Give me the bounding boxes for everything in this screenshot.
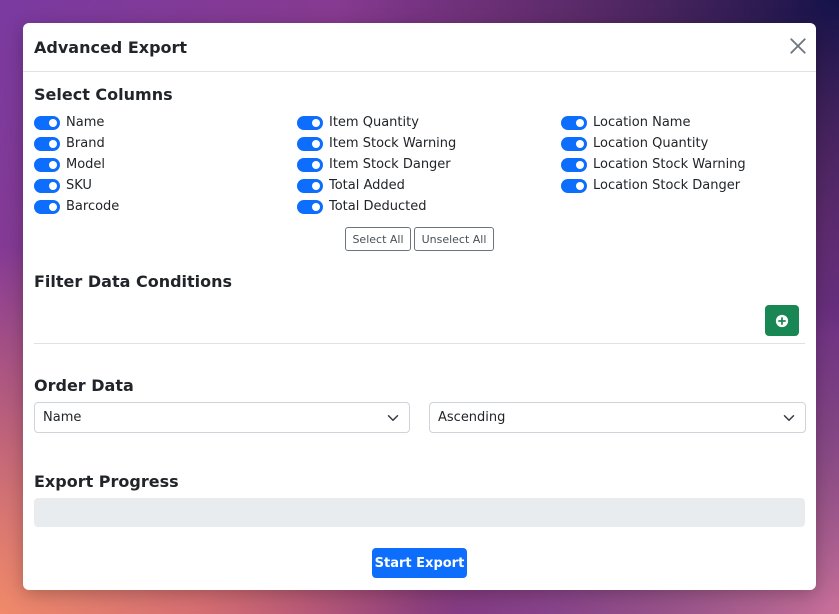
toggle-switch[interactable] xyxy=(561,115,587,130)
toggle-switch[interactable] xyxy=(34,115,60,130)
column-toggle[interactable]: Name xyxy=(34,112,119,133)
column-group-1: Name Brand Model SKU Barcode xyxy=(34,112,119,217)
unselect-all-button[interactable]: Unselect All xyxy=(414,227,494,251)
column-label: SKU xyxy=(66,178,92,193)
filter-heading: Filter Data Conditions xyxy=(34,272,233,291)
order-direction-select[interactable]: Ascending xyxy=(429,402,806,433)
section-divider xyxy=(34,343,805,344)
column-toggle[interactable]: Location Quantity xyxy=(561,133,746,154)
chevron-down-icon xyxy=(783,415,795,421)
toggle-switch[interactable] xyxy=(297,157,323,172)
modal-title: Advanced Export xyxy=(34,37,188,57)
column-label: Name xyxy=(66,115,105,130)
modal-header: Advanced Export xyxy=(23,23,816,72)
column-label: Location Name xyxy=(593,115,691,130)
column-label: Location Stock Warning xyxy=(593,157,746,172)
order-field-value: Name xyxy=(43,410,82,425)
start-export-button[interactable]: Start Export xyxy=(372,548,467,578)
column-toggle[interactable]: Location Stock Danger xyxy=(561,175,746,196)
column-toggle[interactable]: Total Added xyxy=(297,175,456,196)
toggle-switch[interactable] xyxy=(34,136,60,151)
column-label: Item Stock Danger xyxy=(329,157,451,172)
toggle-switch[interactable] xyxy=(561,178,587,193)
export-progress-bar xyxy=(34,498,805,527)
column-toggle[interactable]: SKU xyxy=(34,175,119,196)
column-label: Location Stock Danger xyxy=(593,178,741,193)
column-toggle[interactable]: Barcode xyxy=(34,196,119,217)
toggle-switch[interactable] xyxy=(34,157,60,172)
toggle-switch[interactable] xyxy=(297,178,323,193)
column-label: Item Stock Warning xyxy=(329,136,457,151)
column-label: Total Added xyxy=(329,178,405,193)
column-label: Total Deducted xyxy=(329,199,427,214)
chevron-down-icon xyxy=(387,415,399,421)
column-toggle[interactable]: Item Quantity xyxy=(297,112,456,133)
toggle-switch[interactable] xyxy=(297,199,323,214)
advanced-export-modal: Advanced Export Select Columns Name Bran… xyxy=(23,23,816,590)
column-toggle[interactable]: Item Stock Danger xyxy=(297,154,456,175)
select-all-button[interactable]: Select All xyxy=(345,227,411,251)
column-label: Barcode xyxy=(66,199,120,214)
order-direction-value: Ascending xyxy=(438,410,506,425)
column-label: Location Quantity xyxy=(593,136,709,151)
toggle-switch[interactable] xyxy=(561,157,587,172)
progress-heading: Export Progress xyxy=(34,472,179,491)
toggle-switch[interactable] xyxy=(34,178,60,193)
column-toggle[interactable]: Location Stock Warning xyxy=(561,154,746,175)
column-toggle[interactable]: Item Stock Warning xyxy=(297,133,456,154)
column-label: Brand xyxy=(66,136,105,151)
column-label: Item Quantity xyxy=(329,115,419,130)
column-toggle[interactable]: Brand xyxy=(34,133,119,154)
toggle-switch[interactable] xyxy=(297,115,323,130)
add-condition-button[interactable] xyxy=(765,305,799,336)
column-toggle[interactable]: Location Name xyxy=(561,112,746,133)
select-columns-heading: Select Columns xyxy=(34,85,173,104)
toggle-switch[interactable] xyxy=(34,199,60,214)
column-group-2: Item Quantity Item Stock Warning Item St… xyxy=(297,112,456,217)
column-label: Model xyxy=(66,157,106,172)
order-heading: Order Data xyxy=(34,376,134,395)
plus-circle-icon xyxy=(775,314,789,327)
column-toggle[interactable]: Total Deducted xyxy=(297,196,456,217)
column-group-3: Location Name Location Quantity Location… xyxy=(561,112,746,196)
toggle-switch[interactable] xyxy=(561,136,587,151)
order-field-select[interactable]: Name xyxy=(34,402,410,433)
column-toggle[interactable]: Model xyxy=(34,154,119,175)
toggle-switch[interactable] xyxy=(297,136,323,151)
close-icon[interactable] xyxy=(789,37,807,55)
